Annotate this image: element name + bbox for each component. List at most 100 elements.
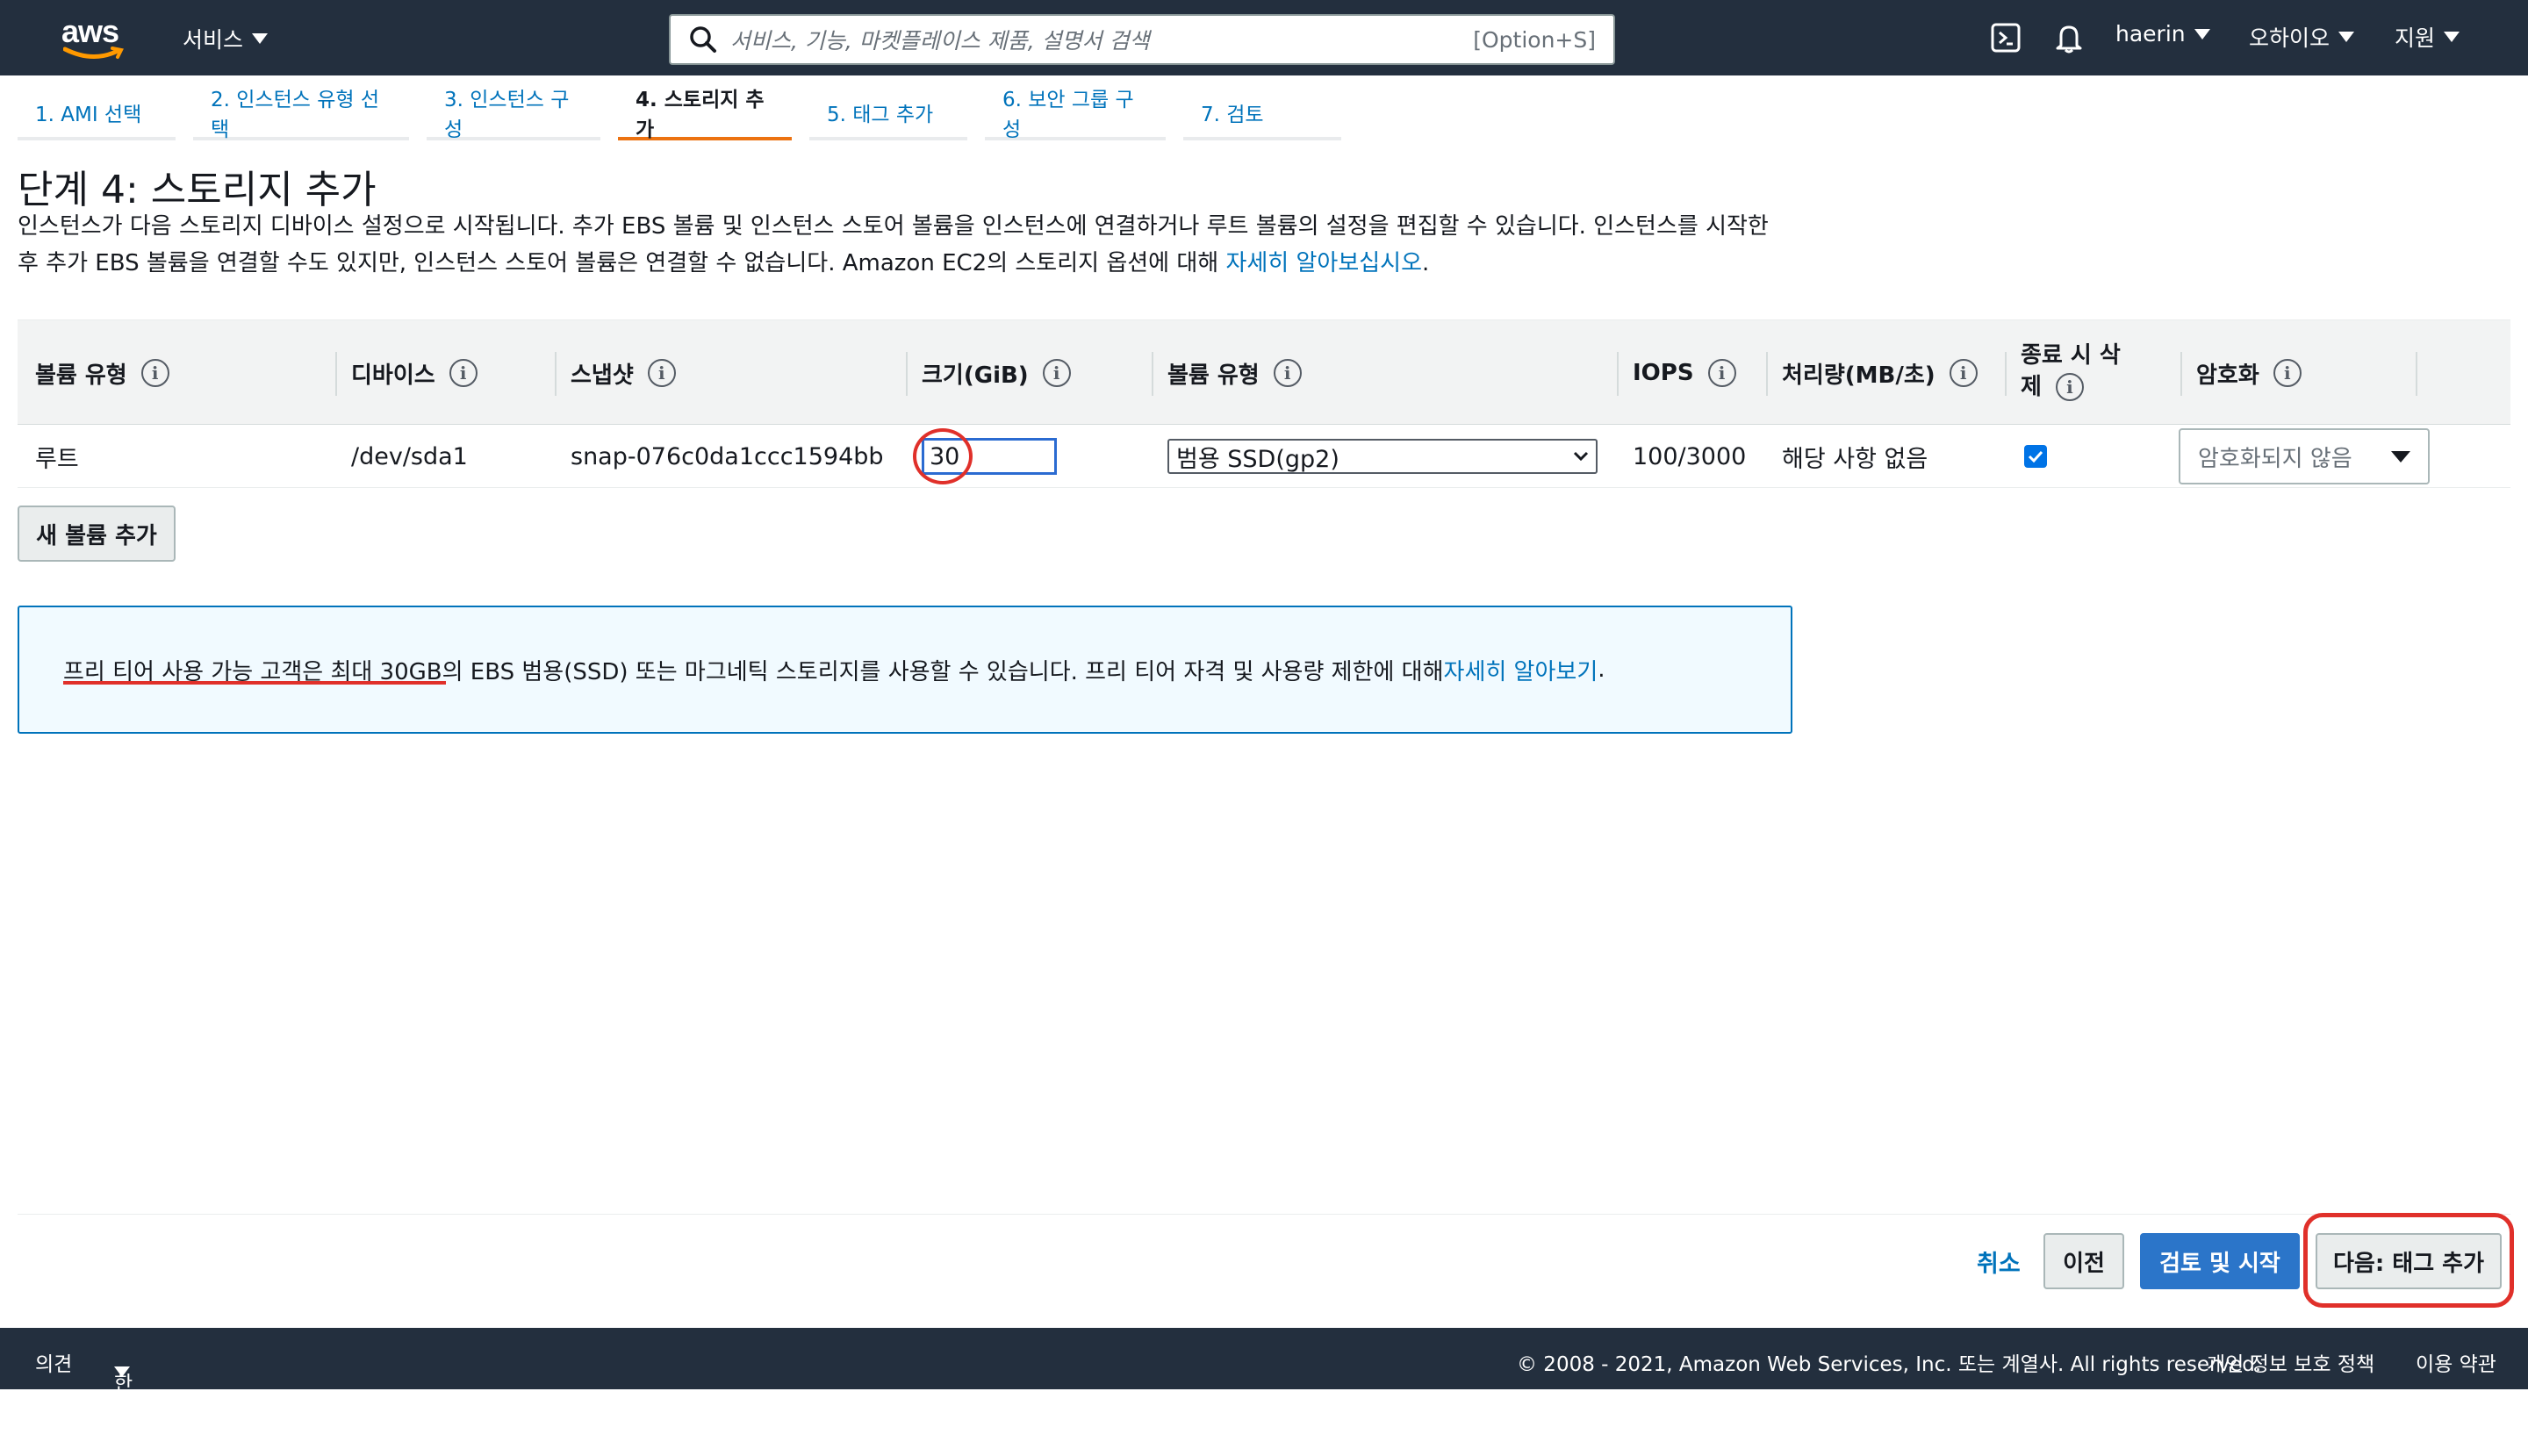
services-label: 서비스: [183, 27, 244, 53]
col-delete-label-1: 종료 시 삭: [2021, 342, 2121, 369]
description-line-1: 인스턴스가 다음 스토리지 디바이스 설정으로 시작됩니다. 추가 EBS 볼륨…: [18, 213, 1769, 240]
info-icon[interactable]: i: [647, 359, 676, 387]
column-divider: [2180, 352, 2182, 396]
copyright-text: © 2008 - 2021, Amazon Web Services, Inc.…: [1517, 1353, 2262, 1376]
column-divider: [1617, 352, 1619, 396]
col-size: 크기(GiB) i: [906, 320, 1071, 426]
info-icon[interactable]: i: [2055, 373, 2084, 401]
cancel-button[interactable]: 취소: [1977, 1244, 2021, 1279]
description-line-2: 후 추가 EBS 볼륨을 연결할 수도 있지만, 인스턴스 스토어 볼륨은 연결…: [18, 250, 1226, 276]
region-menu[interactable]: 오하이오: [2249, 21, 2355, 53]
col-device: 디바이스 i: [335, 320, 478, 426]
column-divider: [1766, 352, 1768, 396]
col-snapshot: 스냅샷 i: [555, 320, 676, 426]
language-label: 한국어: [114, 1373, 133, 1455]
col-encryption-label: 암호화: [2196, 362, 2259, 389]
search-placeholder: 서비스, 기능, 마켓플레이스 제품, 설명서 검색: [730, 28, 1150, 54]
column-divider: [906, 352, 908, 396]
support-menu[interactable]: 지원: [2395, 21, 2460, 53]
step-instance-type[interactable]: 2. 인스턴스 유형 선택: [193, 88, 409, 141]
col-encryption: 암호화 i: [2180, 320, 2302, 426]
user-menu[interactable]: haerin: [2115, 21, 2210, 47]
caret-down-icon: [2194, 28, 2210, 39]
terms-link[interactable]: 이용 약관: [2416, 1347, 2496, 1377]
col-ebs-type: 볼륨 유형 i: [1152, 320, 1302, 426]
volume-type-value: 범용 SSD(gp2): [1176, 445, 1339, 473]
col-throughput: 처리량(MB/초) i: [1766, 320, 1978, 426]
add-volume-button[interactable]: 새 볼륨 추가: [18, 506, 176, 562]
column-divider: [335, 352, 337, 396]
free-tier-text: 의 EBS 범용(SSD) 또는 마그네틱 스토리지를 사용할 수 있습니다. …: [442, 658, 1444, 685]
search-shortcut: [Option+S]: [1473, 26, 1596, 53]
feedback-link[interactable]: 의견: [35, 1347, 72, 1377]
col-ebs-type-label: 볼륨 유형: [1167, 362, 1260, 389]
column-divider: [1152, 352, 1153, 396]
col-throughput-label: 처리량(MB/초): [1782, 362, 1936, 389]
cell-snapshot: snap-076c0da1ccc1594bb: [571, 442, 884, 470]
annotation-box: [2303, 1213, 2514, 1308]
col-volume-type-label: 볼륨 유형: [35, 362, 127, 389]
aws-smile-icon: [63, 47, 124, 60]
caret-down-icon: [2391, 450, 2410, 463]
region-name: 오하이오: [2249, 25, 2330, 51]
info-icon[interactable]: i: [140, 359, 169, 387]
column-divider: [555, 352, 557, 396]
privacy-link[interactable]: 개인 정보 보호 정책: [2207, 1347, 2374, 1377]
search-icon: [690, 26, 716, 53]
free-tier-text-end: .: [1598, 656, 1605, 683]
step-tags[interactable]: 5. 태그 추가: [809, 88, 967, 140]
aws-logo[interactable]: aws: [61, 16, 128, 60]
column-divider: [2005, 352, 2007, 396]
support-label: 지원: [2395, 25, 2436, 51]
page-title: 단계 4: 스토리지 추가: [18, 168, 377, 212]
cloudshell-icon[interactable]: [1991, 23, 2021, 53]
step-review[interactable]: 7. 검토: [1183, 88, 1341, 140]
volume-type-select[interactable]: 범용 SSD(gp2): [1167, 439, 1598, 474]
info-icon[interactable]: i: [1273, 359, 1302, 387]
col-iops-label: IOPS: [1633, 360, 1694, 386]
review-and-launch-button[interactable]: 검토 및 시작: [2140, 1233, 2300, 1289]
services-menu[interactable]: 서비스: [183, 23, 269, 54]
previous-button[interactable]: 이전: [2043, 1233, 2124, 1289]
bell-icon[interactable]: [2054, 23, 2084, 54]
caret-down-icon: [114, 1366, 130, 1377]
user-name: haerin: [2115, 21, 2186, 47]
cell-iops: 100/3000: [1633, 442, 1747, 470]
info-icon[interactable]: i: [1707, 359, 1736, 387]
aws-logo-text: aws: [61, 13, 119, 49]
check-icon: [2028, 450, 2043, 463]
caret-down-icon: [2444, 32, 2460, 42]
free-tier-learn-more-link[interactable]: 자세히 알아보기: [1444, 654, 1598, 686]
col-snapshot-label: 스냅샷: [571, 362, 634, 389]
search-bar[interactable]: 서비스, 기능, 마켓플레이스 제품, 설명서 검색 [Option+S]: [669, 14, 1615, 65]
col-size-label: 크기(GiB): [922, 362, 1029, 389]
col-delete-on-termination: 종료 시 삭 제i: [2005, 320, 2121, 426]
caret-down-icon: [252, 33, 269, 44]
encryption-value: 암호화되지 않음: [2198, 445, 2352, 472]
col-iops: IOPS i: [1617, 320, 1736, 426]
col-volume-type: 볼륨 유형 i: [35, 320, 169, 426]
table-row: 루트 /dev/sda1 snap-076c0da1ccc1594bb 30 범…: [18, 425, 2510, 488]
info-icon[interactable]: i: [449, 359, 478, 387]
cell-device: /dev/sda1: [351, 442, 468, 470]
step-security-group[interactable]: 6. 보안 그룹 구성: [985, 88, 1166, 141]
delete-on-termination-checkbox[interactable]: [2024, 445, 2047, 468]
description-end: .: [1422, 250, 1430, 276]
actions-divider: [18, 1214, 2510, 1215]
info-icon[interactable]: i: [1949, 359, 1978, 387]
chevron-down-icon: [1573, 451, 1589, 462]
step-configure[interactable]: 3. 인스턴스 구성: [427, 88, 600, 141]
cell-ebs-type: 범용 SSD(gp2): [1167, 425, 1598, 488]
cell-volume-type: 루트: [35, 445, 79, 473]
encryption-select[interactable]: 암호화되지 않음: [2179, 428, 2430, 484]
caret-down-icon: [2338, 32, 2355, 42]
info-icon[interactable]: i: [1042, 359, 1071, 387]
cell-encryption: 암호화되지 않음: [2179, 425, 2430, 488]
step-storage[interactable]: 4. 스토리지 추가: [618, 88, 792, 141]
learn-more-link[interactable]: 자세히 알아보십시오: [1225, 250, 1422, 276]
wizard-steps: 1. AMI 선택 2. 인스턴스 유형 선택 3. 인스턴스 구성 4. 스토…: [18, 88, 1359, 141]
page-description: 인스턴스가 다음 스토리지 디바이스 설정으로 시작됩니다. 추가 EBS 볼륨…: [18, 208, 1808, 282]
info-icon[interactable]: i: [2273, 359, 2302, 387]
free-tier-info-box: 프리 티어 사용 가능 고객은 최대 30GB 의 EBS 범용(SSD) 또는 …: [18, 606, 1792, 734]
step-ami[interactable]: 1. AMI 선택: [18, 88, 176, 140]
